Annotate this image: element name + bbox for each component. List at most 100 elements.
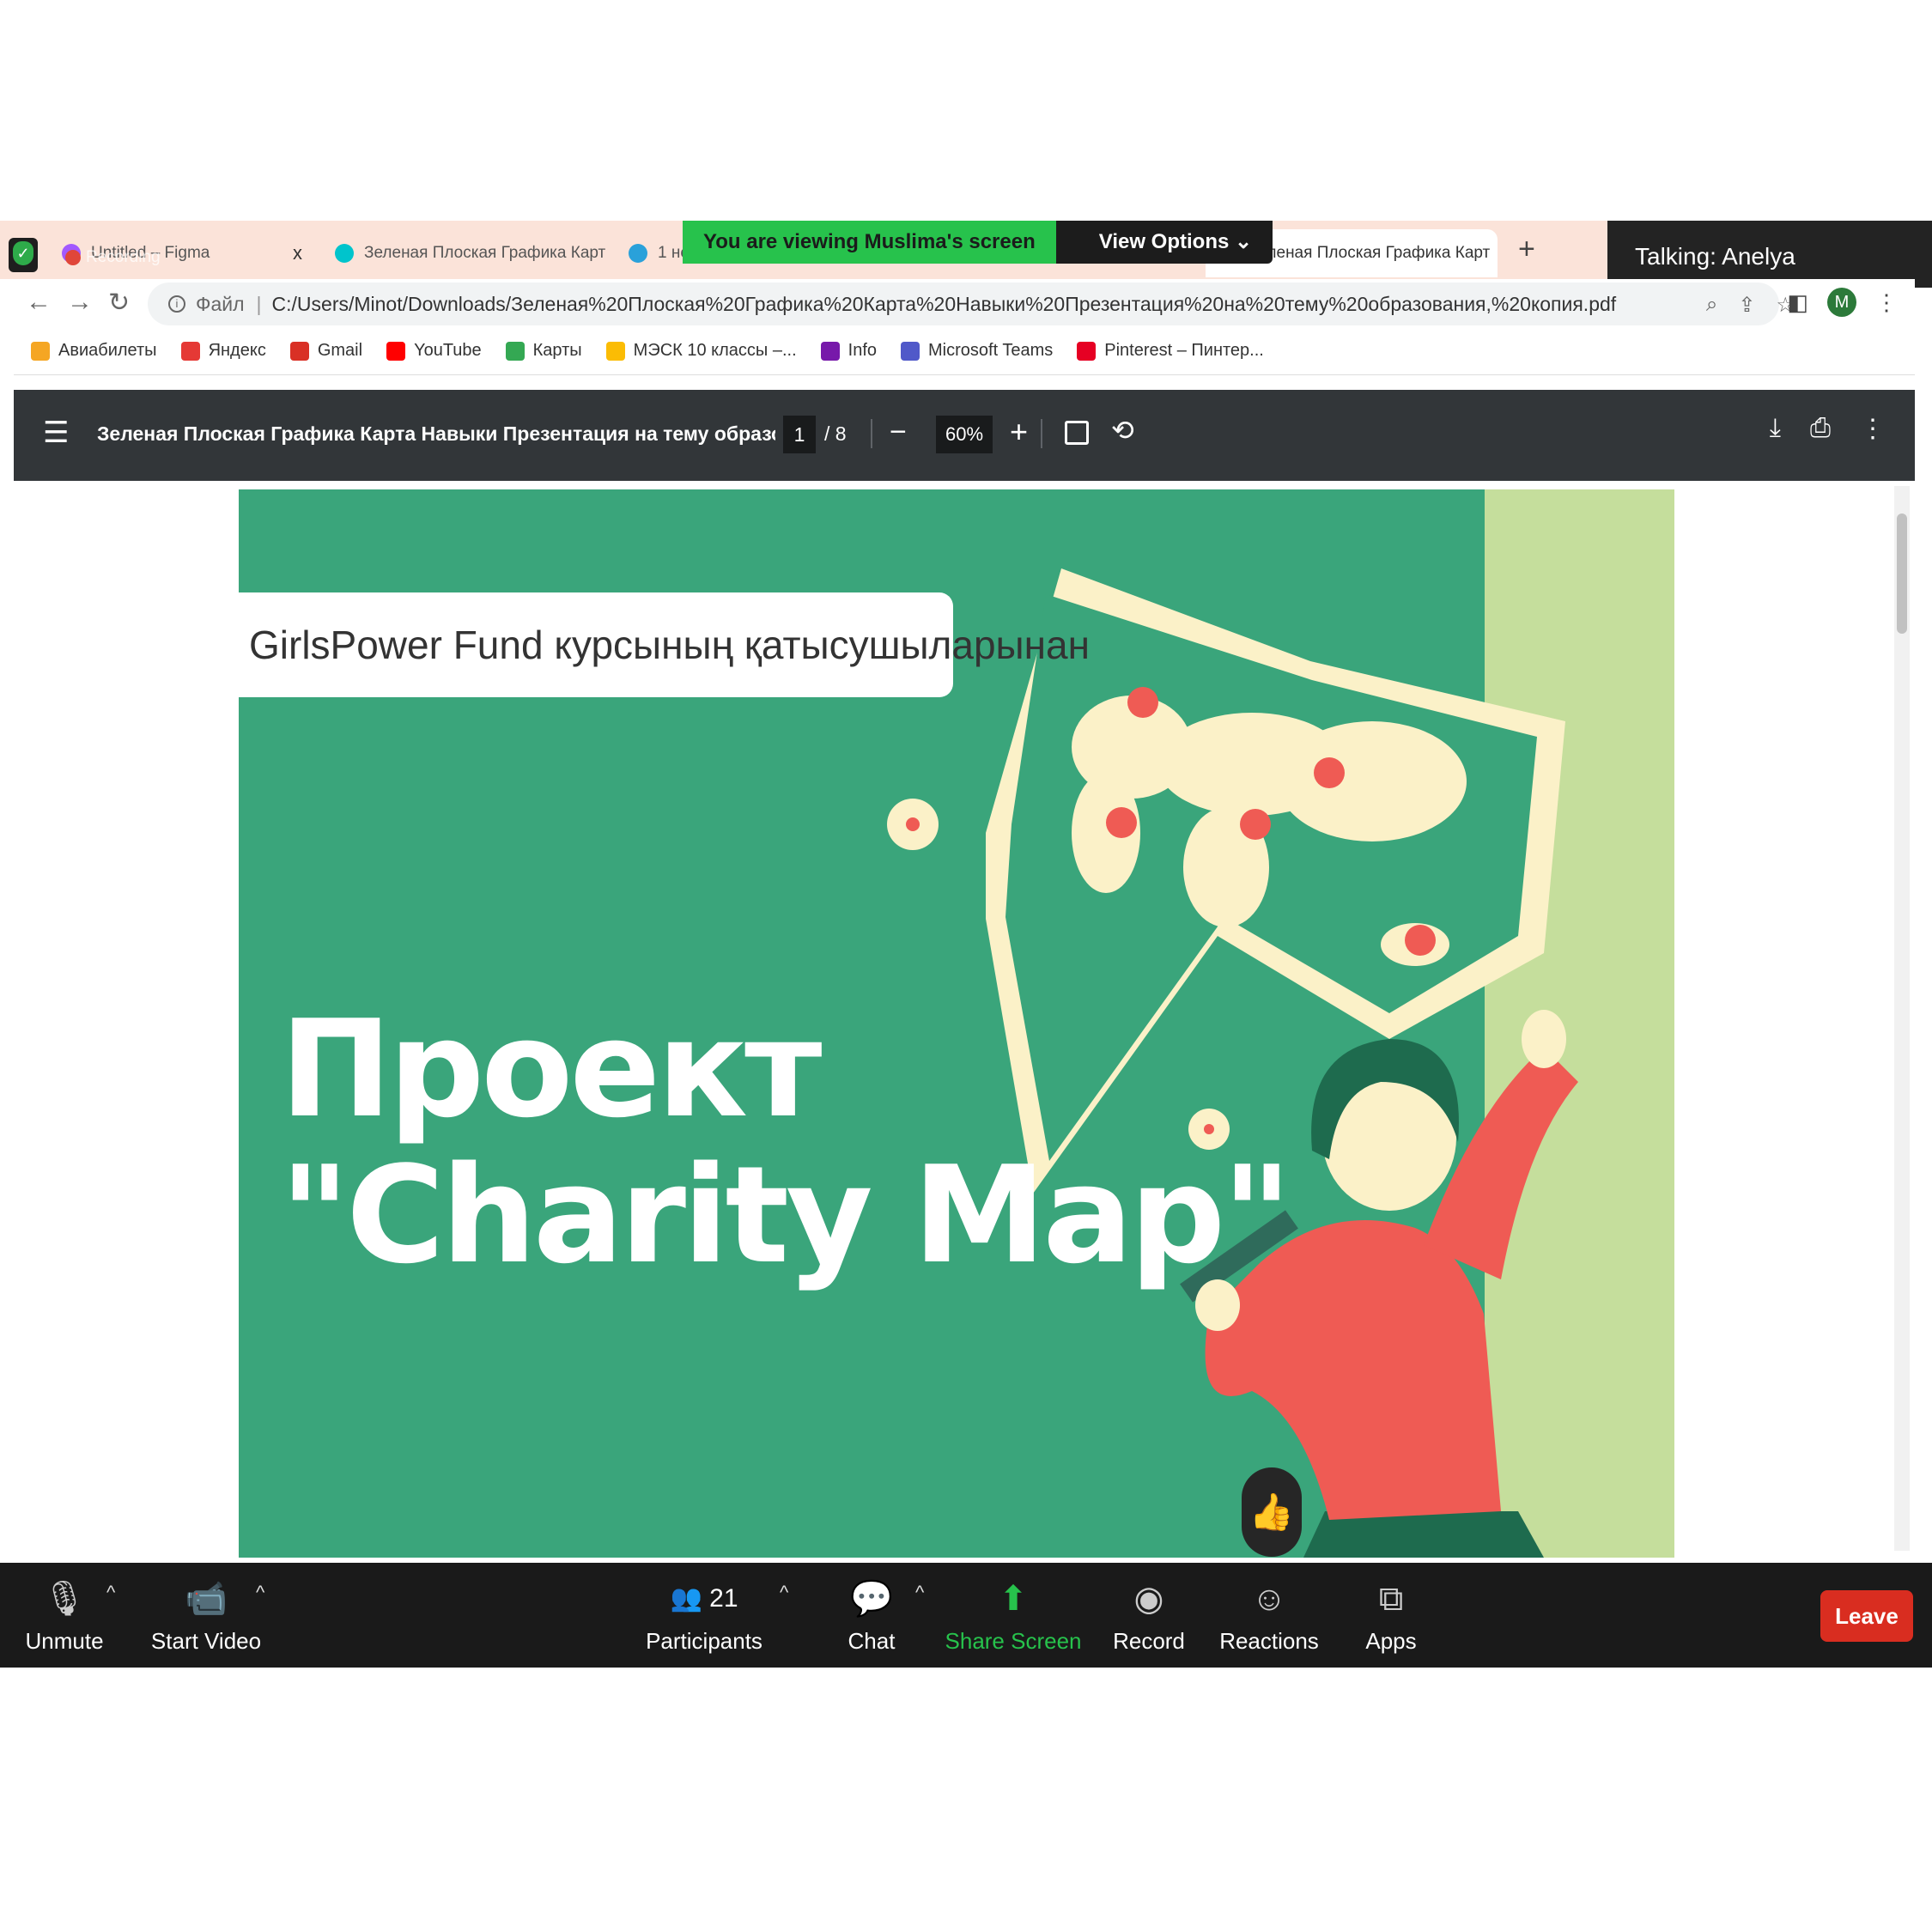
- pdf-more-icon[interactable]: ⋮: [1860, 414, 1886, 444]
- bookmark-label: Pinterest – Пинтер...: [1104, 341, 1264, 360]
- back-icon[interactable]: ←: [26, 288, 52, 317]
- scrollbar-thumb[interactable]: [1897, 513, 1907, 634]
- map-pin-icon: [1240, 809, 1271, 840]
- page-total: / 8: [824, 422, 847, 445]
- apps-button[interactable]: ⧉ Apps: [1365, 1563, 1417, 1668]
- participants-button[interactable]: 👥 21 Participants: [646, 1563, 762, 1668]
- pdf-title: Зеленая Плоская Графика Карта Навыки Пре…: [97, 422, 775, 445]
- slide-title-line1: Проект: [280, 991, 822, 1147]
- share-icon[interactable]: ⇪: [1738, 293, 1755, 318]
- youtube-icon: [386, 341, 406, 361]
- profile-avatar[interactable]: M: [1827, 288, 1856, 317]
- bookmark-label: YouTube: [414, 341, 482, 360]
- hamburger-menu-icon[interactable]: ☰: [43, 416, 69, 450]
- apps-icon: ⧉: [1378, 1580, 1404, 1618]
- bookmark-label: МЭСК 10 классы –...: [633, 341, 797, 360]
- bookmark-label: Яндекс: [208, 341, 266, 360]
- apps-label: Apps: [1365, 1628, 1417, 1654]
- bookmark-youtube[interactable]: YouTube: [386, 341, 482, 361]
- view-options-button[interactable]: View Options ⌄: [1055, 221, 1273, 264]
- close-tab-icon[interactable]: x: [605, 242, 610, 264]
- bookmark-teams[interactable]: Microsoft Teams: [901, 341, 1053, 361]
- canva-icon: [335, 244, 354, 263]
- video-options-chevron-icon[interactable]: ^: [256, 1582, 264, 1604]
- bookmark-label: Microsoft Teams: [928, 341, 1054, 360]
- reactions-button[interactable]: ☺ Reactions: [1219, 1563, 1319, 1668]
- zoom-in-icon[interactable]: +: [1010, 414, 1028, 450]
- download-icon[interactable]: ⤓: [1770, 414, 1781, 444]
- info-icon[interactable]: i: [168, 295, 185, 313]
- bookmark-label: Авиабилеты: [58, 341, 157, 360]
- bookmark-pinterest[interactable]: Pinterest – Пинтер...: [1077, 341, 1264, 361]
- zoom-share-banner: You are viewing Muslima's screen View Op…: [683, 221, 1273, 264]
- recording-dot-icon: [65, 250, 81, 265]
- record-icon: ◉: [1133, 1580, 1164, 1618]
- bookmarks-bar: Авиабилеты Яндекс Gmail YouTube Карты МЭ…: [14, 327, 1915, 375]
- telegram-icon: [629, 244, 647, 263]
- bookmark-label: Gmail: [317, 341, 363, 360]
- reactions-label: Reactions: [1219, 1628, 1319, 1654]
- viewing-screen-label: You are viewing Muslima's screen: [683, 221, 1056, 264]
- record-button[interactable]: ◉ Record: [1113, 1563, 1185, 1668]
- audio-options-chevron-icon[interactable]: ^: [106, 1582, 115, 1604]
- talking-indicator: Talking: Anelya: [1607, 221, 1932, 288]
- bookmark-label: Info: [848, 341, 877, 360]
- bookmark-info[interactable]: Info: [820, 341, 877, 361]
- bookmark-maps[interactable]: Карты: [505, 341, 582, 361]
- bookmark-yandex[interactable]: Яндекс: [180, 341, 266, 361]
- bookmark-label: Карты: [532, 341, 582, 360]
- zoom-level-input[interactable]: 60%: [936, 416, 993, 453]
- zoom-magnifier-icon[interactable]: ⌕: [1706, 293, 1717, 318]
- pdf-toolbar: ☰ Зеленая Плоская Графика Карта Навыки П…: [14, 390, 1915, 481]
- unmute-button[interactable]: 🎙 Unmute: [25, 1563, 103, 1668]
- map-pin-icon: [1405, 925, 1436, 956]
- fit-page-icon[interactable]: [1065, 421, 1089, 445]
- close-tab-icon[interactable]: x: [284, 242, 302, 264]
- recording-label: Recording: [86, 248, 161, 266]
- side-panel-icon[interactable]: ◧: [1787, 289, 1808, 316]
- pdf-actions: ⤓ ⎙ ⋮: [1770, 414, 1886, 444]
- bookmark-mesk[interactable]: МЭСК 10 классы –...: [605, 341, 797, 361]
- toolbar-divider: [1041, 419, 1042, 448]
- new-tab-button[interactable]: +: [1518, 233, 1535, 266]
- map-pin-icon: [1106, 807, 1137, 838]
- address-url: C:/Users/Minot/Downloads/Зеленая%20Плоск…: [271, 292, 1617, 315]
- record-label: Record: [1113, 1628, 1185, 1654]
- slide-subtitle-box: GirlsPower Fund курсының қатысушыларынан: [239, 592, 1090, 697]
- chat-chevron-icon[interactable]: ^: [915, 1582, 924, 1604]
- tab-telegram[interactable]: 1 не: [615, 229, 692, 277]
- girl-hand: [1522, 1010, 1566, 1068]
- page-number-input[interactable]: 1: [783, 416, 816, 453]
- forward-icon[interactable]: →: [67, 288, 93, 317]
- chat-bubble-icon: 💬: [850, 1580, 893, 1618]
- bookmark-aviabilety[interactable]: Авиабилеты: [31, 341, 157, 361]
- leave-button[interactable]: Leave: [1820, 1590, 1913, 1642]
- pinterest-icon: [1077, 341, 1097, 361]
- reload-icon[interactable]: ↻: [108, 288, 130, 318]
- slide-title-line2: "Charity Map": [280, 1137, 1292, 1293]
- browser-menu-icon[interactable]: ⋮: [1875, 289, 1898, 316]
- tab-label: Зеленая Плоская Графика Карт: [1249, 244, 1491, 262]
- close-tab-icon[interactable]: x: [1490, 242, 1498, 264]
- pdf-scrollbar[interactable]: [1894, 486, 1910, 1551]
- participants-chevron-icon[interactable]: ^: [780, 1582, 788, 1604]
- participants-count: 21: [709, 1584, 738, 1613]
- address-bar[interactable]: i Файл | C:/Users/Minot/Downloads/Зелена…: [148, 283, 1779, 325]
- start-video-button[interactable]: 📹 Start Video: [151, 1563, 261, 1668]
- print-icon[interactable]: ⎙: [1810, 414, 1831, 444]
- share-screen-button[interactable]: ⬆ Share Screen: [945, 1563, 1082, 1668]
- pdf-viewport[interactable]: GirlsPower Fund курсының қатысушыларынан…: [14, 481, 1915, 1558]
- flower-center: [906, 817, 920, 831]
- rotate-icon[interactable]: ⟲: [1111, 414, 1134, 447]
- tab-canva[interactable]: Зеленая Плоская Графика Карт x: [321, 229, 610, 277]
- zoom-meeting-toolbar: 🎙 Unmute ^ 📹 Start Video ^ 👥 21 Particip…: [0, 1563, 1932, 1668]
- plane-icon: [31, 341, 50, 361]
- onenote-icon: [820, 341, 840, 361]
- chat-label: Chat: [848, 1628, 896, 1654]
- chat-button[interactable]: 💬 Chat: [841, 1563, 902, 1668]
- zoom-out-icon[interactable]: −: [890, 416, 907, 449]
- slide-title: Проект "Charity Map": [280, 991, 1292, 1293]
- bookmark-gmail[interactable]: Gmail: [289, 341, 363, 361]
- toolbar-divider: [871, 419, 872, 448]
- address-scheme-label: Файл: [196, 292, 245, 315]
